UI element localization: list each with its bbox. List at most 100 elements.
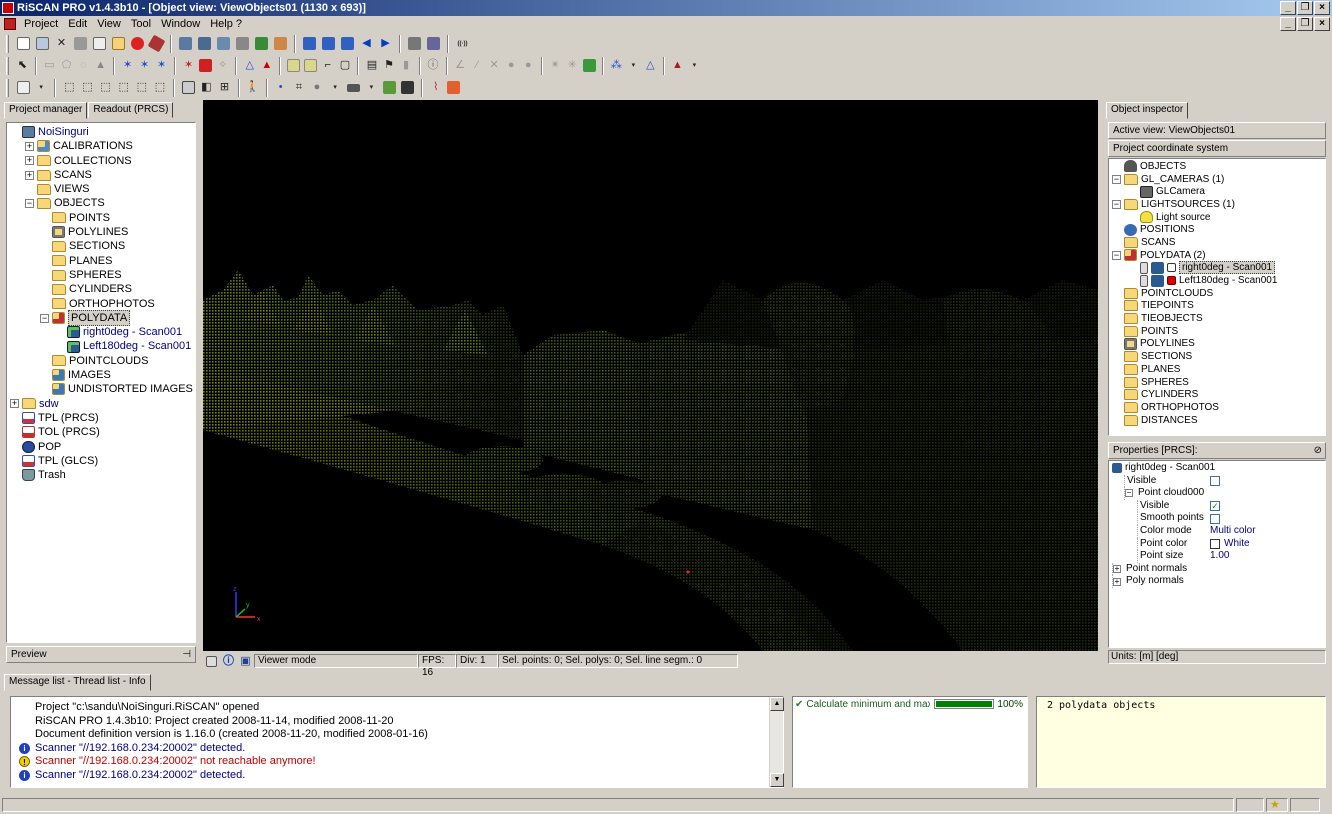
object-tree-item[interactable]: SECTIONS xyxy=(1112,350,1325,363)
object-tree-item[interactable]: TIEPOINTS xyxy=(1112,300,1325,313)
scan-icon[interactable] xyxy=(177,35,194,52)
forward-arrow-icon[interactable]: ▶ xyxy=(377,35,394,52)
menu-window[interactable]: Window xyxy=(157,17,206,31)
red-square-icon[interactable] xyxy=(198,57,213,74)
star-remove-icon[interactable]: ✶ xyxy=(154,57,169,74)
tree-item[interactable]: TOL (PRCS) xyxy=(10,425,195,439)
tree-item[interactable]: + sdw xyxy=(10,397,195,411)
folder-open-icon[interactable] xyxy=(110,35,127,52)
spark-icon[interactable]: ✴ xyxy=(548,57,563,74)
red-triangle-icon[interactable]: ▲ xyxy=(670,57,685,74)
object-tree-item[interactable]: Light source xyxy=(1112,211,1325,224)
tools-icon[interactable] xyxy=(72,35,89,52)
tree-item[interactable]: SPHERES xyxy=(10,268,195,282)
collapse-icon[interactable]: − xyxy=(25,199,34,209)
scroll-down-button[interactable]: ▼ xyxy=(770,773,784,787)
view-options-icon[interactable] xyxy=(203,653,220,670)
tree-item[interactable]: SECTIONS xyxy=(10,239,195,253)
select-cursor-icon[interactable]: ⬉ xyxy=(15,57,30,74)
expand-icon[interactable]: + xyxy=(25,141,34,151)
registration-icon[interactable] xyxy=(406,35,423,52)
object-tree-item[interactable]: POINTCLOUDS xyxy=(1112,287,1325,300)
stop-icon[interactable] xyxy=(129,35,146,52)
fit-icon[interactable]: ⊞ xyxy=(216,79,232,96)
lasso-icon[interactable]: ◌ xyxy=(76,57,91,74)
collapse-icon[interactable]: − xyxy=(1112,199,1121,209)
mdi-minimize-button[interactable]: _ xyxy=(1280,17,1296,31)
object-tree-item[interactable]: SPHERES xyxy=(1112,376,1325,389)
object-tree-item[interactable]: CYLINDERS xyxy=(1112,388,1325,401)
triangle-red-icon[interactable]: ▲ xyxy=(259,57,274,74)
property-row[interactable]: − Point cloud000 xyxy=(1112,487,1325,500)
walk-icon[interactable]: 🚶 xyxy=(245,79,261,96)
expand-icon[interactable]: + xyxy=(25,170,34,180)
tree-item[interactable]: PLANES xyxy=(10,254,195,268)
menu-tool[interactable]: Tool xyxy=(127,17,157,31)
scan-sequence-icon[interactable] xyxy=(215,35,232,52)
tree-item[interactable]: ORTHOPHOTOS xyxy=(10,297,195,311)
mesh-icon[interactable]: ⌗ xyxy=(291,79,307,96)
property-row[interactable]: + Point normals xyxy=(1112,562,1325,576)
poly-select-icon[interactable]: ⬠ xyxy=(59,57,74,74)
object-view-3d[interactable]: z x y xyxy=(203,100,1098,651)
frame-icon[interactable]: ⌐ xyxy=(320,57,335,74)
tab-object-inspector[interactable]: Object inspector xyxy=(1106,102,1189,119)
shade-icon[interactable]: ● xyxy=(309,79,325,96)
outline-star-icon[interactable]: ✧ xyxy=(215,57,230,74)
property-row[interactable]: Smooth points xyxy=(1112,512,1325,525)
pyramid-icon[interactable]: ▲ xyxy=(93,57,108,74)
layout-vertical-icon[interactable] xyxy=(320,35,337,52)
display-icon[interactable] xyxy=(345,79,361,96)
expand-icon[interactable]: + xyxy=(25,156,34,166)
tree-item[interactable]: POP xyxy=(10,440,195,454)
dropdown3-icon[interactable]: ▾ xyxy=(33,79,49,96)
cube-top-icon[interactable]: ⬚ xyxy=(134,79,150,96)
star-icon[interactable]: ★ xyxy=(1266,798,1288,812)
object-tree-item[interactable]: OBJECTS xyxy=(1112,160,1325,173)
cube-right-icon[interactable]: ⬚ xyxy=(116,79,132,96)
object-tree-item[interactable]: right0deg - Scan001 xyxy=(1112,261,1325,275)
image-icon[interactable] xyxy=(253,35,270,52)
restore-button[interactable]: ❐ xyxy=(1297,1,1313,15)
thread-list[interactable]: ✔ Calculate minimum and maxim... 100% xyxy=(792,696,1028,788)
tree-item[interactable]: + CALIBRATIONS xyxy=(10,139,195,153)
scan-settings-icon[interactable] xyxy=(196,35,213,52)
spark2-icon[interactable]: ✳ xyxy=(565,57,580,74)
tree-item[interactable]: VIEWS xyxy=(10,182,195,196)
menu-edit[interactable]: Edit xyxy=(64,17,93,31)
mdi-close-button[interactable]: × xyxy=(1314,17,1330,31)
view-save-icon[interactable]: ▣ xyxy=(237,653,254,670)
delete-icon[interactable]: ▮ xyxy=(398,57,413,74)
tab-project-manager[interactable]: Project manager xyxy=(4,102,88,119)
cut-icon[interactable]: ✕ xyxy=(53,35,70,52)
object-tree-item[interactable]: ORTHOPHOTOS xyxy=(1112,401,1325,414)
tree-item[interactable]: TPL (PRCS) xyxy=(10,411,195,425)
tree-item[interactable]: CYLINDERS xyxy=(10,282,195,296)
object-tree-item[interactable]: − LIGHTSOURCES (1) xyxy=(1112,198,1325,211)
menu-view[interactable]: View xyxy=(93,17,127,31)
adjust-icon[interactable] xyxy=(425,35,442,52)
object-tree-item[interactable]: POSITIONS xyxy=(1112,223,1325,236)
properties-list[interactable]: right0deg - Scan001 Visible − Point cloud00… xyxy=(1108,460,1326,648)
snap2-icon[interactable] xyxy=(303,57,318,74)
scroll-up-button[interactable]: ▲ xyxy=(770,697,784,711)
object-tree-item[interactable]: SCANS xyxy=(1112,236,1325,249)
menu-project[interactable]: Project xyxy=(20,17,64,31)
erase-icon[interactable] xyxy=(147,34,166,53)
point-mode-icon[interactable]: • xyxy=(273,79,289,96)
cube-front-icon[interactable]: ⬚ xyxy=(61,79,77,96)
angle-icon[interactable]: ∠ xyxy=(453,57,468,74)
object-tree[interactable]: OBJECTS − GL_CAMERAS (1) GLCamera − LIGHTSOUR… xyxy=(1108,158,1326,436)
tree-item[interactable]: UNDISTORTED IMAGES xyxy=(10,382,195,396)
cube-left-icon[interactable]: ⬚ xyxy=(98,79,114,96)
tree-item[interactable]: + COLLECTIONS xyxy=(10,154,195,168)
tree-item[interactable]: Left180deg - Scan001 xyxy=(10,339,195,353)
tree-item[interactable]: POINTS xyxy=(10,211,195,225)
object-tree-item[interactable]: POLYLINES xyxy=(1112,337,1325,351)
collapse-icon[interactable]: − xyxy=(1125,489,1133,498)
property-row[interactable]: Visible ✓ xyxy=(1112,499,1325,513)
message-scrollbar[interactable]: ▲ ▼ xyxy=(769,697,784,787)
property-row[interactable]: Color mode Multi color xyxy=(1112,524,1325,538)
blob-icon[interactable]: ● xyxy=(504,57,519,74)
star-add-icon[interactable]: ✶ xyxy=(137,57,152,74)
